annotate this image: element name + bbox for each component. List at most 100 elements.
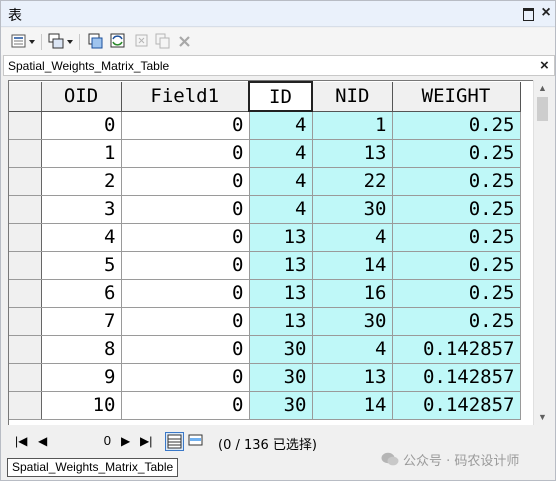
cell-oid[interactable]: 3 xyxy=(41,195,122,224)
cell-oid[interactable]: 0 xyxy=(41,111,122,140)
row-selector[interactable] xyxy=(9,391,42,420)
cell-field1[interactable]: 0 xyxy=(121,139,250,168)
cell-weight[interactable]: 0.25 xyxy=(392,167,521,196)
cell-oid[interactable]: 6 xyxy=(41,279,122,308)
table-tab-header[interactable]: Spatial_Weights_Matrix_Table × xyxy=(3,55,555,76)
cell-field1[interactable]: 0 xyxy=(121,223,250,252)
cell-id[interactable]: 13 xyxy=(249,307,313,336)
scroll-down-arrow-icon[interactable]: ▼ xyxy=(534,409,551,425)
table-row[interactable]: 9 0 30 13 0.142857 xyxy=(9,363,521,392)
column-header-field1[interactable]: Field1 xyxy=(121,82,250,112)
cell-id[interactable]: 4 xyxy=(249,139,313,168)
cell-id[interactable]: 13 xyxy=(249,279,313,308)
cell-field1[interactable]: 0 xyxy=(121,195,250,224)
switch-selection-icon[interactable] xyxy=(110,33,126,50)
cell-nid[interactable]: 16 xyxy=(312,279,393,308)
cell-field1[interactable]: 0 xyxy=(121,391,250,420)
cell-id[interactable]: 30 xyxy=(249,335,313,364)
cell-id[interactable]: 30 xyxy=(249,391,313,420)
last-record-icon[interactable]: ▶| xyxy=(140,434,152,448)
table-row[interactable]: 1 0 4 13 0.25 xyxy=(9,139,521,168)
cell-oid[interactable]: 8 xyxy=(41,335,122,364)
cell-nid[interactable]: 4 xyxy=(312,335,393,364)
column-header-oid[interactable]: OID xyxy=(41,82,122,112)
show-all-records-icon[interactable] xyxy=(165,432,184,451)
cell-oid[interactable]: 1 xyxy=(41,139,122,168)
cell-field1[interactable]: 0 xyxy=(121,167,250,196)
table-row[interactable]: 8 0 30 4 0.142857 xyxy=(9,335,521,364)
cell-nid[interactable]: 14 xyxy=(312,251,393,280)
table-row[interactable]: 2 0 4 22 0.25 xyxy=(9,167,521,196)
close-icon[interactable]: × xyxy=(540,57,549,74)
row-selector[interactable] xyxy=(9,307,42,336)
column-header-nid[interactable]: NID xyxy=(312,82,393,112)
table-row[interactable]: 7 0 13 30 0.25 xyxy=(9,307,521,336)
cell-nid[interactable]: 14 xyxy=(312,391,393,420)
current-record-field[interactable]: 0 xyxy=(51,432,117,450)
cell-field1[interactable]: 0 xyxy=(121,363,250,392)
row-selector[interactable] xyxy=(9,223,42,252)
row-selector[interactable] xyxy=(9,335,42,364)
column-header-id[interactable]: ID xyxy=(248,81,313,112)
cell-oid[interactable]: 4 xyxy=(41,223,122,252)
restore-icon[interactable] xyxy=(521,6,535,21)
cell-id[interactable]: 13 xyxy=(249,223,313,252)
cell-field1[interactable]: 0 xyxy=(121,111,250,140)
cell-nid[interactable]: 30 xyxy=(312,195,393,224)
row-selector[interactable] xyxy=(9,279,42,308)
cell-oid[interactable]: 9 xyxy=(41,363,122,392)
select-by-attributes-icon[interactable] xyxy=(88,33,104,50)
table-row[interactable]: 6 0 13 16 0.25 xyxy=(9,279,521,308)
table-row[interactable]: 4 0 13 4 0.25 xyxy=(9,223,521,252)
cell-oid[interactable]: 2 xyxy=(41,167,122,196)
table-row[interactable]: 3 0 4 30 0.25 xyxy=(9,195,521,224)
column-header-weight[interactable]: WEIGHT xyxy=(392,82,521,112)
cell-weight[interactable]: 0.142857 xyxy=(392,391,521,420)
cell-oid[interactable]: 5 xyxy=(41,251,122,280)
cell-id[interactable]: 4 xyxy=(249,111,313,140)
table-row[interactable]: 0 0 4 1 0.25 xyxy=(9,111,521,140)
cell-nid[interactable]: 13 xyxy=(312,363,393,392)
cell-id[interactable]: 4 xyxy=(249,195,313,224)
cell-nid[interactable]: 30 xyxy=(312,307,393,336)
scroll-up-arrow-icon[interactable]: ▲ xyxy=(534,80,551,96)
table-options-icon[interactable] xyxy=(11,33,37,50)
close-icon[interactable]: × xyxy=(539,5,553,21)
vertical-scrollbar[interactable]: ▲ ▼ xyxy=(533,80,550,425)
scrollbar-thumb[interactable] xyxy=(537,97,548,121)
select-all-corner[interactable] xyxy=(9,82,42,112)
first-record-icon[interactable]: |◀ xyxy=(15,434,27,448)
cell-weight[interactable]: 0.25 xyxy=(392,251,521,280)
cell-id[interactable]: 13 xyxy=(249,251,313,280)
bottom-table-tab[interactable]: Spatial_Weights_Matrix_Table xyxy=(7,458,179,477)
related-tables-icon[interactable] xyxy=(48,33,74,50)
table-row[interactable]: 10 0 30 14 0.142857 xyxy=(9,391,521,420)
cell-weight[interactable]: 0.25 xyxy=(392,111,521,140)
cell-weight[interactable]: 0.25 xyxy=(392,279,521,308)
cell-field1[interactable]: 0 xyxy=(121,335,250,364)
row-selector[interactable] xyxy=(9,363,42,392)
row-selector[interactable] xyxy=(9,195,42,224)
row-selector[interactable] xyxy=(9,251,42,280)
show-selected-records-icon[interactable] xyxy=(187,432,206,451)
cell-id[interactable]: 30 xyxy=(249,363,313,392)
previous-record-icon[interactable]: ◀ xyxy=(38,434,47,448)
row-selector[interactable] xyxy=(9,139,42,168)
cell-nid[interactable]: 22 xyxy=(312,167,393,196)
cell-oid[interactable]: 7 xyxy=(41,307,122,336)
cell-field1[interactable]: 0 xyxy=(121,251,250,280)
cell-weight[interactable]: 0.25 xyxy=(392,223,521,252)
cell-nid[interactable]: 13 xyxy=(312,139,393,168)
cell-nid[interactable]: 4 xyxy=(312,223,393,252)
next-record-icon[interactable]: ▶ xyxy=(121,434,130,448)
cell-weight[interactable]: 0.142857 xyxy=(392,363,521,392)
cell-id[interactable]: 4 xyxy=(249,167,313,196)
cell-field1[interactable]: 0 xyxy=(121,279,250,308)
cell-weight[interactable]: 0.142857 xyxy=(392,335,521,364)
table-row[interactable]: 5 0 13 14 0.25 xyxy=(9,251,521,280)
cell-weight[interactable]: 0.25 xyxy=(392,307,521,336)
cell-weight[interactable]: 0.25 xyxy=(392,139,521,168)
cell-weight[interactable]: 0.25 xyxy=(392,195,521,224)
row-selector[interactable] xyxy=(9,111,42,140)
row-selector[interactable] xyxy=(9,167,42,196)
